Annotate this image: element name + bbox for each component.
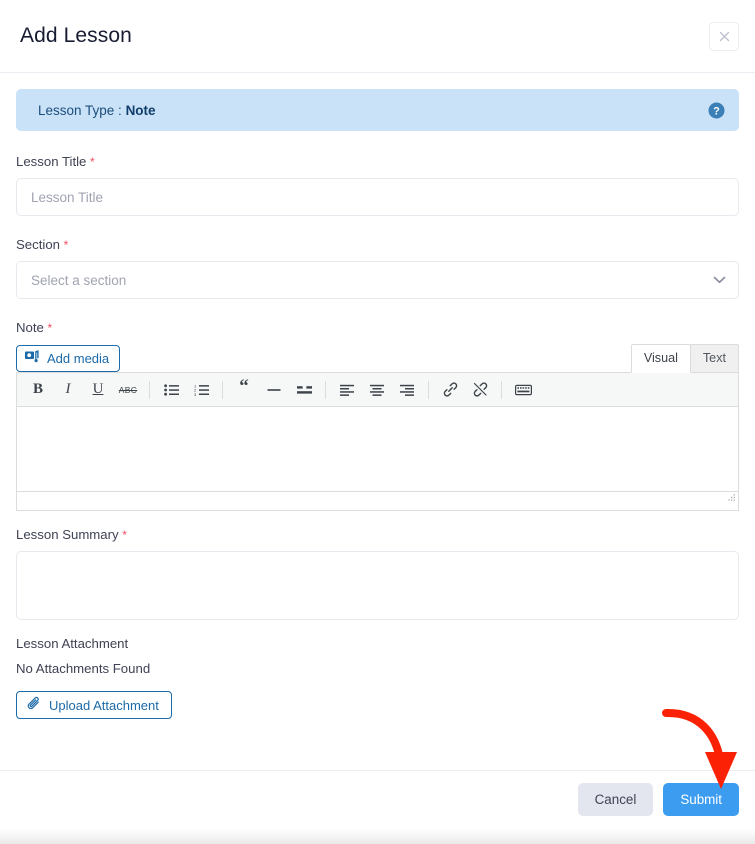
lesson-summary-field: Lesson Summary * [16,527,739,620]
insert-link-icon[interactable] [435,376,465,404]
lesson-attachment-label: Lesson Attachment [16,636,129,651]
section-field: Section * Select a section [16,237,739,299]
media-icon [25,350,40,367]
toolbar-divider [325,380,326,399]
add-media-button[interactable]: Add media [16,345,121,372]
editor-resize-handle[interactable] [725,491,736,509]
required-asterisk: * [63,238,69,252]
bold-icon[interactable]: B [23,376,53,404]
blockquote-icon[interactable]: “ [229,372,259,407]
tab-visual[interactable]: Visual [630,344,691,373]
lesson-title-label: Lesson Title * [16,154,739,169]
lesson-type-prefix: Lesson Type : [38,102,126,118]
required-asterisk: * [122,528,127,542]
lesson-summary-label-text: Lesson Summary [16,527,119,542]
modal-header: Add Lesson [0,0,755,73]
svg-text:3: 3 [194,391,197,395]
underline-icon[interactable]: U [83,376,113,404]
italic-icon[interactable]: I [53,376,83,404]
modal-body: Lesson Type : Note ? Lesson Title * Sect… [0,73,755,719]
remove-link-icon[interactable] [465,376,495,404]
toolbar-divider [149,380,150,399]
close-icon [718,30,731,43]
align-right-icon[interactable] [392,376,422,404]
note-editor-content[interactable] [17,407,738,491]
align-left-icon[interactable] [332,376,362,404]
insert-read-more-icon[interactable] [289,376,319,404]
note-label-text: Note [16,320,44,335]
section-select-value: Select a section [31,272,127,288]
editor-mode-tabs: Visual Text [630,344,739,373]
modal-footer: Cancel Submit [0,770,755,828]
editor-status-bar [17,491,738,510]
section-select[interactable]: Select a section [16,261,739,299]
bullet-list-icon[interactable] [156,376,186,404]
lesson-type-text: Lesson Type : Note [38,103,156,118]
help-circle-icon[interactable]: ? [708,102,725,119]
toolbar-divider [501,380,502,399]
upload-attachment-button[interactable]: Upload Attachment [16,691,172,719]
lesson-title-field: Lesson Title * [16,154,739,216]
lesson-title-input[interactable] [16,178,739,216]
section-select-wrapper: Select a section [16,261,739,299]
toolbar-toggle-icon[interactable] [508,376,538,404]
strikethrough-icon[interactable]: ABC [113,376,143,404]
add-media-label: Add media [47,351,110,366]
paperclip-icon [27,696,41,714]
lesson-summary-label: Lesson Summary * [16,527,739,542]
section-label: Section * [16,237,739,252]
upload-attachment-label: Upload Attachment [49,697,159,713]
add-lesson-modal: Add Lesson Lesson Type : Note ? Lesson T… [0,0,755,828]
editor-top-row: Add media Visual Text [16,344,739,373]
required-asterisk: * [47,321,53,335]
close-button[interactable] [709,21,739,51]
required-asterisk: * [90,155,95,169]
numbered-list-icon[interactable]: 1 2 3 [186,376,216,404]
page-bottom-shadow [0,828,755,844]
lesson-type-value: Note [125,102,156,118]
horizontal-rule-icon[interactable] [259,376,289,404]
cancel-button[interactable]: Cancel [577,783,654,816]
lesson-title-label-text: Lesson Title [16,154,87,169]
toolbar-divider [428,380,429,399]
lesson-type-banner: Lesson Type : Note ? [16,89,739,131]
note-field: Note * Add media Visual Text B I U ABC 1… [16,320,739,511]
toolbar-divider [222,380,223,399]
align-center-icon[interactable] [362,376,392,404]
note-label: Note * [16,320,739,335]
note-editor: B I U ABC 1 2 3 “ [16,372,739,511]
submit-button[interactable]: Submit [663,783,739,816]
svg-text:?: ? [713,105,720,117]
lesson-summary-textarea[interactable] [16,551,739,620]
no-attachments-text: No Attachments Found [16,661,151,676]
lesson-attachment-field: Lesson Attachment No Attachments Found U… [16,636,739,719]
editor-toolbar: B I U ABC 1 2 3 “ [17,373,738,407]
page-title: Add Lesson [20,24,132,47]
section-label-text: Section [16,237,60,252]
tab-text[interactable]: Text [689,344,739,372]
